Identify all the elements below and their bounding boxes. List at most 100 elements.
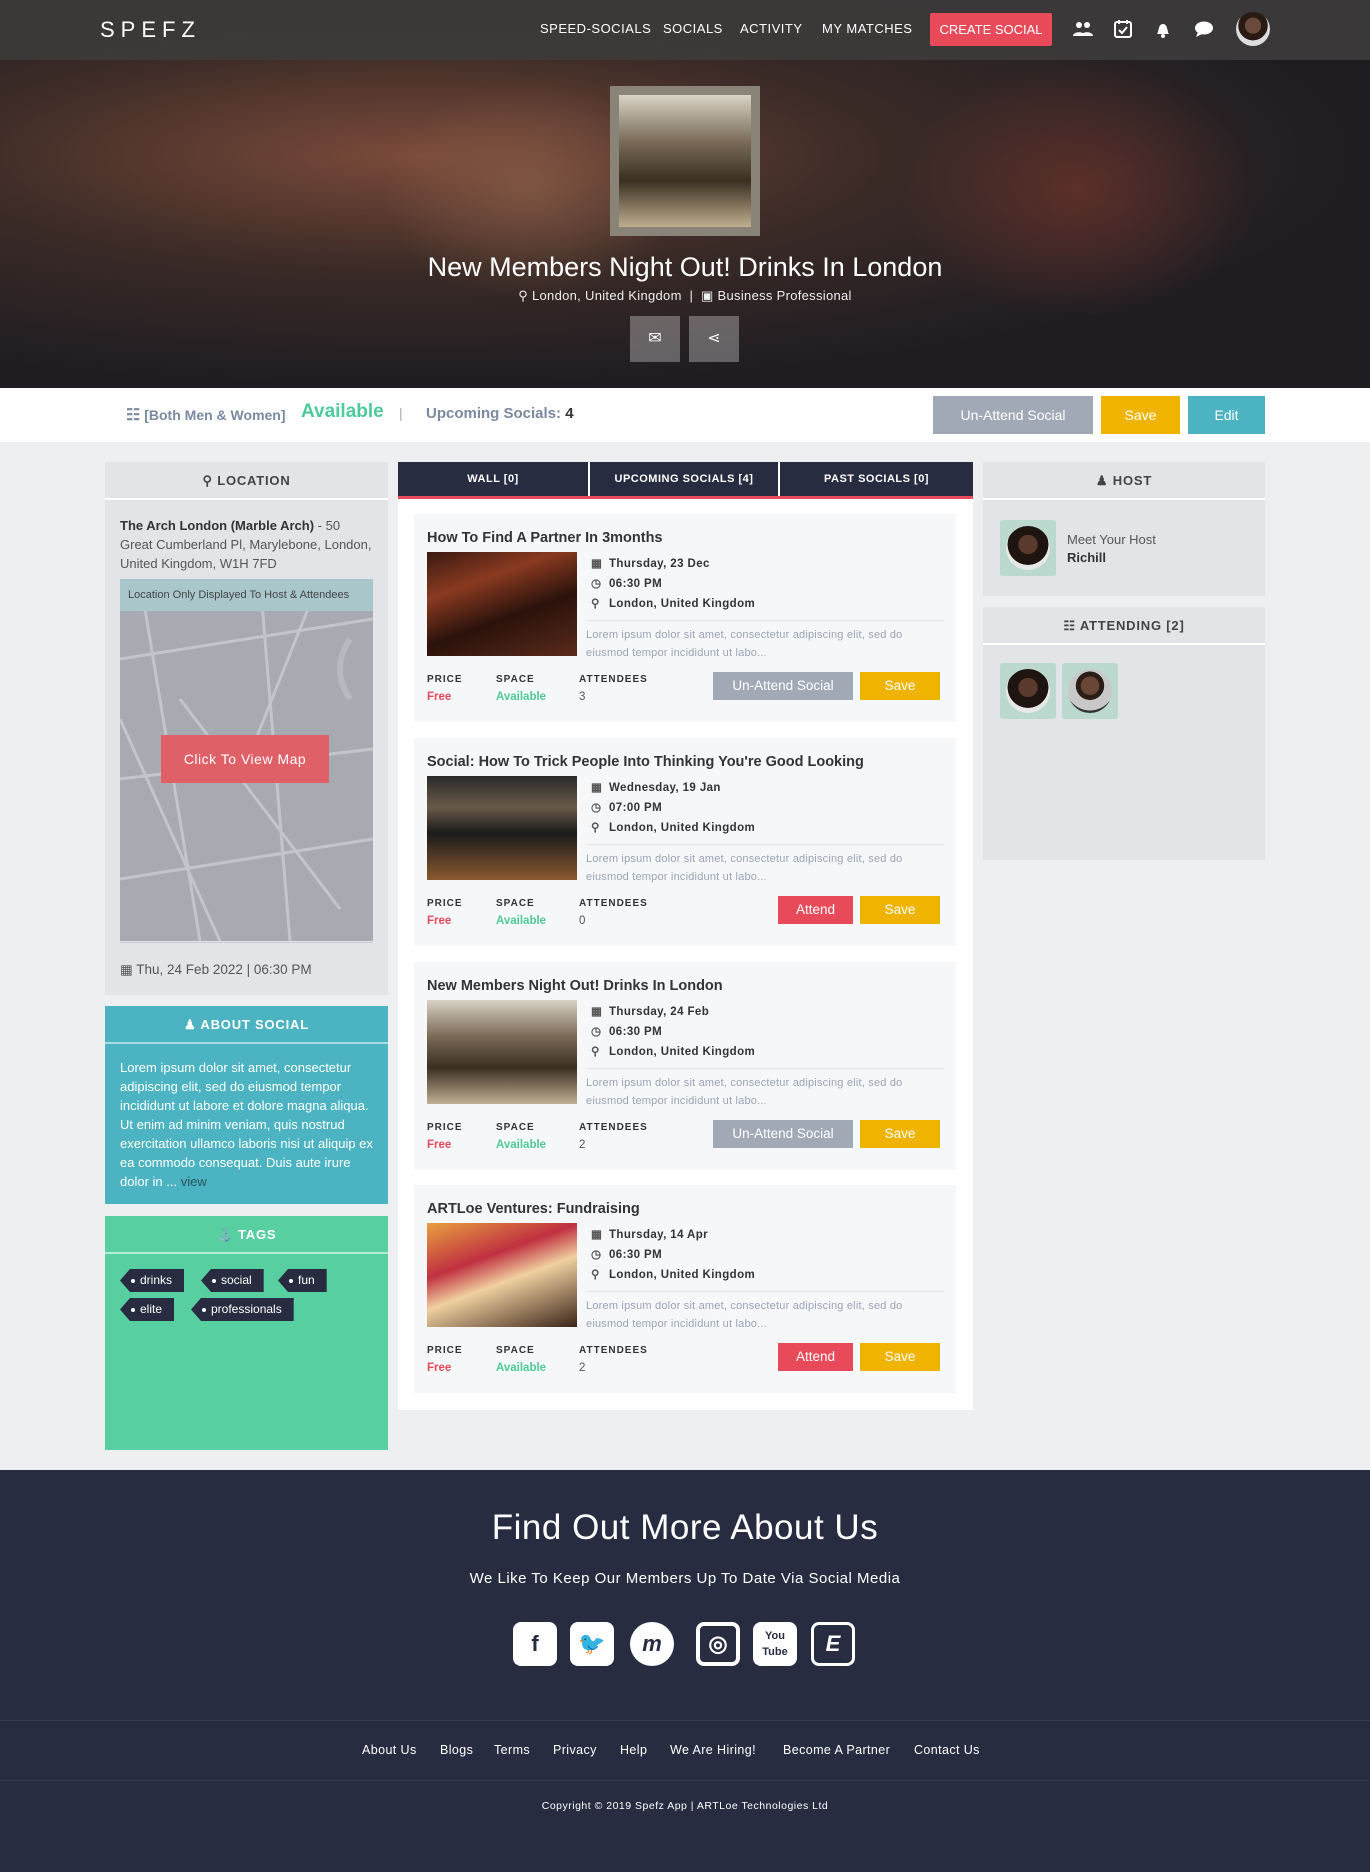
tab-upcoming-socials[interactable]: UPCOMING SOCIALS [4]: [590, 462, 778, 496]
create-social-button[interactable]: CREATE SOCIAL: [930, 13, 1052, 46]
attend-button[interactable]: Attend: [778, 1343, 853, 1371]
users-icon[interactable]: [1072, 18, 1094, 40]
socials-feed: WALL [0] UPCOMING SOCIALS [4] PAST SOCIA…: [398, 462, 973, 1410]
meetup-icon[interactable]: m: [630, 1622, 674, 1666]
social-title: New Members Night Out! Drinks In London: [427, 252, 943, 282]
tag-drinks[interactable]: drinks: [120, 1269, 185, 1292]
instagram-icon[interactable]: ◎: [696, 1622, 740, 1666]
clock-icon: ◷: [591, 578, 602, 590]
footer-title: Find Out More About Us: [491, 1508, 879, 1547]
map-pin-icon: ⚲: [518, 288, 529, 303]
social-card[interactable]: Social: How To Trick People Into Thinkin…: [414, 738, 956, 946]
social-card-image[interactable]: [427, 776, 577, 880]
view-map-button[interactable]: Click To View Map: [161, 735, 329, 783]
nav-my-matches[interactable]: MY MATCHES: [822, 21, 912, 36]
social-card-location: ⚲ London, United Kingdom: [591, 820, 755, 834]
social-card-time: ◷ 06:30 PM: [591, 1247, 662, 1261]
unattend-social-button[interactable]: Un-Attend Social: [933, 396, 1093, 434]
social-card[interactable]: New Members Night Out! Drinks In London …: [414, 962, 956, 1170]
users-icon: ☷: [1063, 618, 1076, 633]
social-card[interactable]: ARTLoe Ventures: Fundraising ▦ Thursday, …: [414, 1185, 956, 1393]
attendees-label: ATTENDEES: [579, 1122, 648, 1133]
facebook-icon[interactable]: f: [513, 1622, 557, 1666]
tab-wall[interactable]: WALL [0]: [398, 462, 588, 496]
space-value: Available: [496, 1139, 547, 1151]
availability-status: Available: [301, 401, 384, 422]
location-text: London, United Kingdom: [609, 822, 756, 834]
upcoming-label: Upcoming Socials:: [426, 405, 562, 422]
social-card-image[interactable]: [427, 552, 577, 656]
nav-speed-socials[interactable]: SPEED-SOCIALS: [540, 21, 651, 36]
message-button[interactable]: ✉: [630, 316, 680, 362]
social-card-date: ▦ Thursday, 24 Feb: [591, 1004, 709, 1018]
social-datetime: ▦ Thu, 24 Feb 2022 | 06:30 PM: [120, 962, 312, 978]
footer-link-contact[interactable]: Contact Us: [914, 1743, 980, 1757]
about-heading: ♟ ABOUT SOCIAL: [105, 1006, 388, 1044]
social-card[interactable]: How To Find A Partner In 3months ▦ Thursd…: [414, 514, 956, 722]
map-preview[interactable]: Location Only Displayed To Host & Attend…: [120, 579, 373, 941]
footer-link-help[interactable]: Help: [620, 1743, 647, 1757]
tab-past-socials[interactable]: PAST SOCIALS [0]: [780, 462, 973, 496]
save-button[interactable]: Save: [860, 1120, 940, 1148]
tags-heading: ⚓ TAGS: [105, 1216, 388, 1254]
attendee-avatar[interactable]: [1000, 663, 1056, 719]
social-card-title[interactable]: ARTLoe Ventures: Fundraising: [427, 1201, 640, 1217]
unattend-social-button[interactable]: Un-Attend Social: [713, 672, 853, 700]
date-text: Thursday, 24 Feb: [609, 1006, 710, 1018]
user-icon: ♟: [1095, 473, 1109, 488]
social-card-image[interactable]: [427, 1223, 577, 1327]
share-button[interactable]: ⋖: [689, 316, 739, 362]
footer-link-about[interactable]: About Us: [362, 1743, 417, 1757]
map-pin-icon: ⚲: [202, 473, 213, 488]
date-text: Thursday, 23 Dec: [609, 558, 710, 570]
footer-link-partner[interactable]: Become A Partner: [783, 1743, 890, 1757]
map-pin-icon: ⚲: [591, 822, 600, 834]
save-button[interactable]: Save: [860, 1343, 940, 1371]
view-more-link[interactable]: view: [181, 1174, 207, 1189]
attend-button[interactable]: Attend: [778, 896, 853, 924]
edit-button[interactable]: Edit: [1188, 396, 1265, 434]
social-card-image[interactable]: [427, 1000, 577, 1104]
youtube-icon[interactable]: You Tube: [753, 1622, 797, 1666]
tags-heading-label: TAGS: [238, 1227, 277, 1242]
host-heading: ♟ HOST: [983, 462, 1265, 500]
save-button[interactable]: Save: [1101, 396, 1180, 434]
calendar-check-icon[interactable]: [1112, 18, 1134, 40]
footer-link-hiring[interactable]: We Are Hiring!: [670, 1743, 756, 1757]
space-label: SPACE: [496, 1345, 535, 1356]
location-heading-label: LOCATION: [217, 473, 291, 488]
logo[interactable]: SPEFZ: [100, 17, 201, 43]
tag-professionals[interactable]: professionals: [191, 1298, 294, 1321]
chat-icon[interactable]: [1193, 18, 1215, 40]
tag-fun[interactable]: fun: [278, 1269, 327, 1292]
top-navbar: SPEFZ SPEED-SOCIALS SOCIALS ACTIVITY MY …: [0, 0, 1370, 60]
twitter-icon[interactable]: 🐦: [570, 1622, 614, 1666]
host-heading-label: HOST: [1112, 473, 1153, 488]
eventbrite-icon[interactable]: E: [811, 1622, 855, 1666]
nav-socials[interactable]: SOCIALS: [663, 21, 723, 36]
footer-link-privacy[interactable]: Privacy: [553, 1743, 597, 1757]
time-text: 06:30 PM: [609, 1249, 663, 1261]
social-card-title[interactable]: Social: How To Trick People Into Thinkin…: [427, 754, 864, 770]
tag-elite[interactable]: elite: [120, 1298, 175, 1321]
footer-link-blogs[interactable]: Blogs: [440, 1743, 473, 1757]
tag-social[interactable]: social: [201, 1269, 264, 1292]
footer-link-terms[interactable]: Terms: [494, 1743, 530, 1757]
attendee-avatar[interactable]: [1062, 663, 1118, 719]
price-label: PRICE: [427, 1345, 463, 1356]
unattend-social-button[interactable]: Un-Attend Social: [713, 1120, 853, 1148]
social-card-title[interactable]: How To Find A Partner In 3months: [427, 530, 663, 546]
social-card-title[interactable]: New Members Night Out! Drinks In London: [427, 978, 723, 994]
social-location: London, United Kingdom: [532, 288, 682, 303]
footer: Find Out More About Us We Like To Keep O…: [0, 1470, 1370, 1872]
bell-icon[interactable]: [1152, 18, 1174, 40]
upcoming-socials-count: Upcoming Socials: 4: [426, 405, 574, 422]
nav-activity[interactable]: ACTIVITY: [740, 21, 803, 36]
venue-address: The Arch London (Marble Arch) - 50 Great…: [120, 516, 375, 573]
host-name[interactable]: Richill: [1067, 550, 1106, 565]
space-value: Available: [496, 691, 547, 703]
save-button[interactable]: Save: [860, 672, 940, 700]
host-avatar[interactable]: [1000, 520, 1056, 576]
save-button[interactable]: Save: [860, 896, 940, 924]
user-avatar[interactable]: [1236, 12, 1270, 46]
